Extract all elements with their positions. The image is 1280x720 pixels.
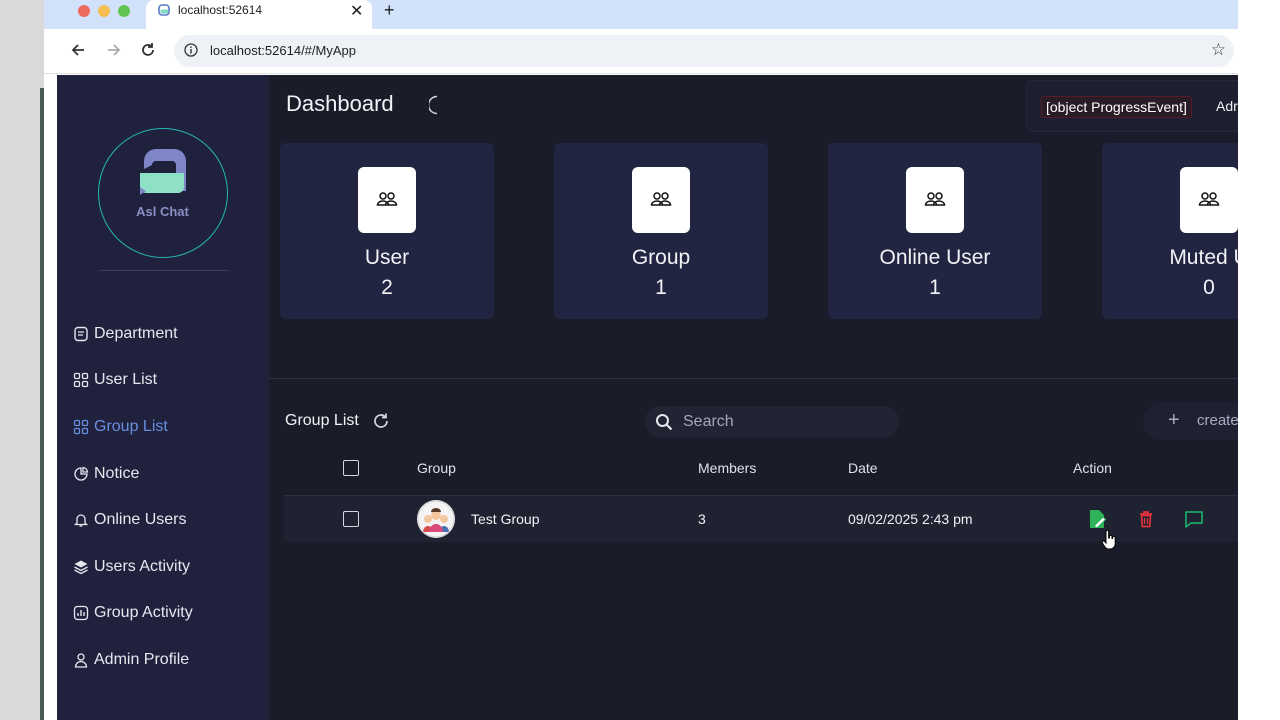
- admin-name[interactable]: Adr: [1216, 98, 1238, 114]
- sidebar-item-label: Group Activity: [94, 604, 193, 621]
- grid-icon: [73, 372, 89, 388]
- sidebar-item-label: Notice: [94, 465, 140, 482]
- stat-label: Muted U: [1169, 246, 1238, 269]
- page-title: Dashboard: [286, 91, 394, 116]
- group-name[interactable]: Test Group: [471, 511, 539, 527]
- table-row[interactable]: Test Group 3 09/02/2025 2:43 pm: [284, 495, 1238, 542]
- group-date: 09/02/2025 2:43 pm: [848, 511, 973, 527]
- users-icon: [1198, 192, 1220, 206]
- pie-icon: [74, 466, 89, 481]
- logo-mark-icon: [140, 149, 186, 195]
- error-chip: [object ProgressEvent]: [1041, 96, 1192, 118]
- stat-count: 1: [929, 276, 941, 299]
- sidebar-item-admin-profile[interactable]: Admin Profile: [73, 647, 189, 673]
- group-avatar: [417, 500, 455, 538]
- window-minimize-button[interactable]: [98, 5, 110, 17]
- chat-icon[interactable]: [1184, 509, 1204, 529]
- sidebar-item-label: Admin Profile: [94, 651, 190, 668]
- favicon-icon: [158, 4, 170, 16]
- plus-icon: +: [1168, 409, 1180, 431]
- column-header-date[interactable]: Date: [848, 460, 878, 476]
- bookmark-star-icon[interactable]: ☆: [1211, 40, 1226, 60]
- moon-icon[interactable]: [429, 95, 449, 115]
- sidebar-item-notice[interactable]: Notice: [73, 461, 139, 487]
- stat-card-group[interactable]: Group 1: [554, 143, 768, 319]
- row-checkbox[interactable]: [343, 511, 359, 527]
- search-icon: [656, 414, 673, 431]
- screen: localhost:52614 ✕ + localhost:52614/#/My…: [0, 0, 1280, 720]
- bell-icon: [73, 514, 89, 527]
- sidebar-item-users-activity[interactable]: Users Activity: [73, 554, 190, 580]
- stat-label: Online User: [879, 246, 991, 269]
- screen-right-edge: [1238, 0, 1280, 720]
- users-icon: [924, 192, 946, 206]
- app-logo: Asl Chat: [98, 128, 228, 258]
- browser-toolbar: localhost:52614/#/MyApp ☆: [44, 29, 1238, 74]
- reload-icon[interactable]: [139, 41, 157, 59]
- users-icon: [650, 192, 672, 206]
- search-box[interactable]: [645, 406, 899, 437]
- window-zoom-button[interactable]: [118, 5, 130, 17]
- tab-close-icon[interactable]: ✕: [350, 1, 363, 21]
- stat-card-user[interactable]: User 2: [280, 143, 494, 319]
- column-header-action: Action: [1073, 460, 1112, 476]
- brand-name: Asl Chat: [136, 204, 189, 219]
- group-avatar-icon: [417, 500, 455, 538]
- address-bar[interactable]: localhost:52614/#/MyApp ☆: [174, 35, 1234, 67]
- window-close-button[interactable]: [78, 5, 90, 17]
- edit-icon[interactable]: [1087, 509, 1107, 529]
- layers-icon: [74, 560, 88, 575]
- url-text[interactable]: localhost:52614/#/MyApp: [210, 43, 356, 58]
- sidebar-item-group-activity[interactable]: Group Activity: [73, 600, 193, 626]
- document-icon: [74, 326, 88, 342]
- new-tab-button[interactable]: +: [384, 0, 395, 21]
- sidebar-item-user-list[interactable]: User List: [73, 367, 157, 393]
- group-list-title: Group List: [285, 412, 359, 429]
- person-icon: [74, 653, 88, 668]
- sidebar: Asl Chat Department User List Group List…: [57, 75, 269, 720]
- create-label: create: [1197, 412, 1238, 429]
- grid-icon: [73, 419, 89, 435]
- desktop-left-edge: [0, 0, 44, 720]
- search-input[interactable]: [683, 410, 883, 433]
- delete-icon[interactable]: [1136, 509, 1156, 529]
- main-content: Dashboard [object ProgressEvent] Adr Use…: [269, 75, 1238, 720]
- chart-icon: [73, 605, 89, 621]
- stat-count: 1: [655, 276, 667, 299]
- hand-cursor-icon: [1101, 530, 1116, 550]
- select-all-checkbox[interactable]: [343, 460, 359, 476]
- refresh-icon[interactable]: [372, 412, 390, 430]
- tab-title: localhost:52614: [178, 3, 263, 17]
- column-header-members[interactable]: Members: [698, 460, 756, 476]
- header-user-area: [object ProgressEvent] Adr: [1026, 80, 1238, 132]
- sidebar-item-label: Users Activity: [94, 558, 191, 575]
- section-divider: [269, 378, 1238, 379]
- stat-card-online-user[interactable]: Online User 1: [828, 143, 1042, 319]
- stat-count: 0: [1203, 276, 1215, 299]
- sidebar-item-label: Department: [94, 325, 178, 342]
- sidebar-item-label: Group List: [94, 418, 168, 435]
- stat-label: Group: [631, 246, 691, 269]
- stat-count: 2: [381, 276, 393, 299]
- forward-icon[interactable]: [104, 41, 122, 59]
- group-members: 3: [698, 511, 706, 527]
- column-header-group[interactable]: Group: [417, 460, 456, 476]
- sidebar-item-group-list[interactable]: Group List: [73, 414, 168, 440]
- create-button[interactable]: + create: [1143, 402, 1238, 440]
- stat-card-muted-user[interactable]: Muted U 0: [1102, 143, 1238, 319]
- back-icon[interactable]: [70, 41, 88, 59]
- browser-tab[interactable]: localhost:52614 ✕: [146, 0, 372, 29]
- browser-tab-bar: localhost:52614 ✕ +: [44, 0, 1238, 29]
- sidebar-item-department[interactable]: Department: [73, 321, 178, 347]
- users-icon: [376, 192, 398, 206]
- sidebar-item-label: Online Users: [94, 511, 187, 528]
- sidebar-item-online-users[interactable]: Online Users: [73, 507, 186, 533]
- sidebar-divider: [99, 270, 229, 271]
- app-window: Asl Chat Department User List Group List…: [57, 75, 1238, 720]
- sidebar-item-label: User List: [94, 371, 158, 388]
- stat-label: User: [364, 246, 410, 269]
- site-info-icon[interactable]: [184, 43, 198, 57]
